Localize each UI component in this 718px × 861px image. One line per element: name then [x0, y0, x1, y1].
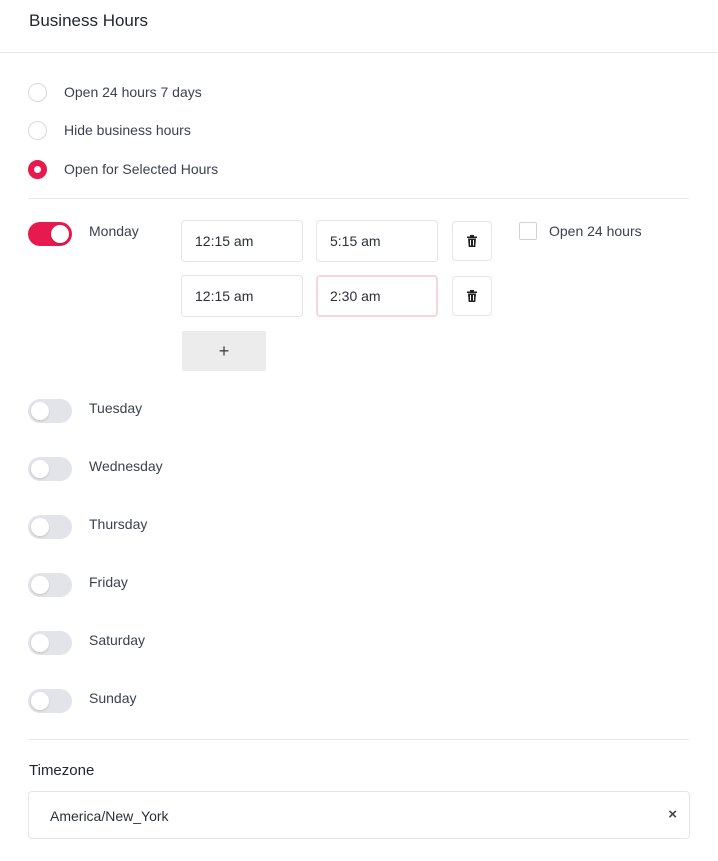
- delete-slot-button[interactable]: [452, 221, 492, 261]
- radio-button[interactable]: [28, 82, 47, 102]
- add-slot-button[interactable]: +: [182, 331, 266, 371]
- page-header: Business Hours: [0, 0, 718, 53]
- timezone-value: America/New_York: [50, 808, 169, 824]
- toggle-thursday[interactable]: [28, 515, 72, 539]
- day-label-thursday: Thursday: [89, 516, 148, 532]
- delete-slot-button[interactable]: [452, 276, 492, 316]
- day-label-monday: Monday: [89, 223, 139, 239]
- day-label-sunday: Sunday: [89, 690, 137, 706]
- radio-hide-hours[interactable]: Hide business hours: [28, 120, 191, 140]
- timezone-select[interactable]: America/New_York ×: [28, 791, 690, 839]
- radio-label: Hide business hours: [64, 122, 191, 138]
- radio-button[interactable]: [28, 159, 47, 179]
- toggle-tuesday[interactable]: [28, 399, 72, 423]
- open-24-hours-checkbox[interactable]: [519, 222, 537, 240]
- open-time-input[interactable]: 12:15 am: [181, 275, 303, 317]
- day-label-tuesday: Tuesday: [89, 400, 143, 416]
- day-label-wednesday: Wednesday: [89, 458, 163, 474]
- radio-label: Open 24 hours 7 days: [64, 84, 202, 100]
- toggle-sunday[interactable]: [28, 689, 72, 713]
- day-label-saturday: Saturday: [89, 632, 146, 648]
- trash-icon: [467, 290, 477, 302]
- open-24-hours-label: Open 24 hours: [549, 223, 642, 239]
- close-time-input[interactable]: 2:30 am: [316, 275, 438, 317]
- divider: [28, 739, 689, 740]
- toggle-saturday[interactable]: [28, 631, 72, 655]
- close-time-input[interactable]: 5:15 am: [316, 220, 438, 262]
- trash-icon: [467, 235, 477, 247]
- close-icon[interactable]: ×: [668, 806, 677, 823]
- radio-open-24-7[interactable]: Open 24 hours 7 days: [28, 82, 202, 102]
- radio-button[interactable]: [28, 120, 47, 140]
- plus-icon: +: [218, 340, 230, 361]
- toggle-monday[interactable]: [28, 222, 72, 246]
- timezone-label: Timezone: [29, 762, 95, 779]
- page-title: Business Hours: [29, 11, 149, 30]
- radio-label: Open for Selected Hours: [64, 161, 219, 177]
- toggle-wednesday[interactable]: [28, 457, 72, 481]
- divider: [28, 198, 689, 199]
- radio-selected-hours[interactable]: Open for Selected Hours: [28, 159, 218, 179]
- open-time-input[interactable]: 12:15 am: [181, 220, 303, 262]
- toggle-friday[interactable]: [28, 573, 72, 597]
- day-label-friday: Friday: [89, 574, 128, 590]
